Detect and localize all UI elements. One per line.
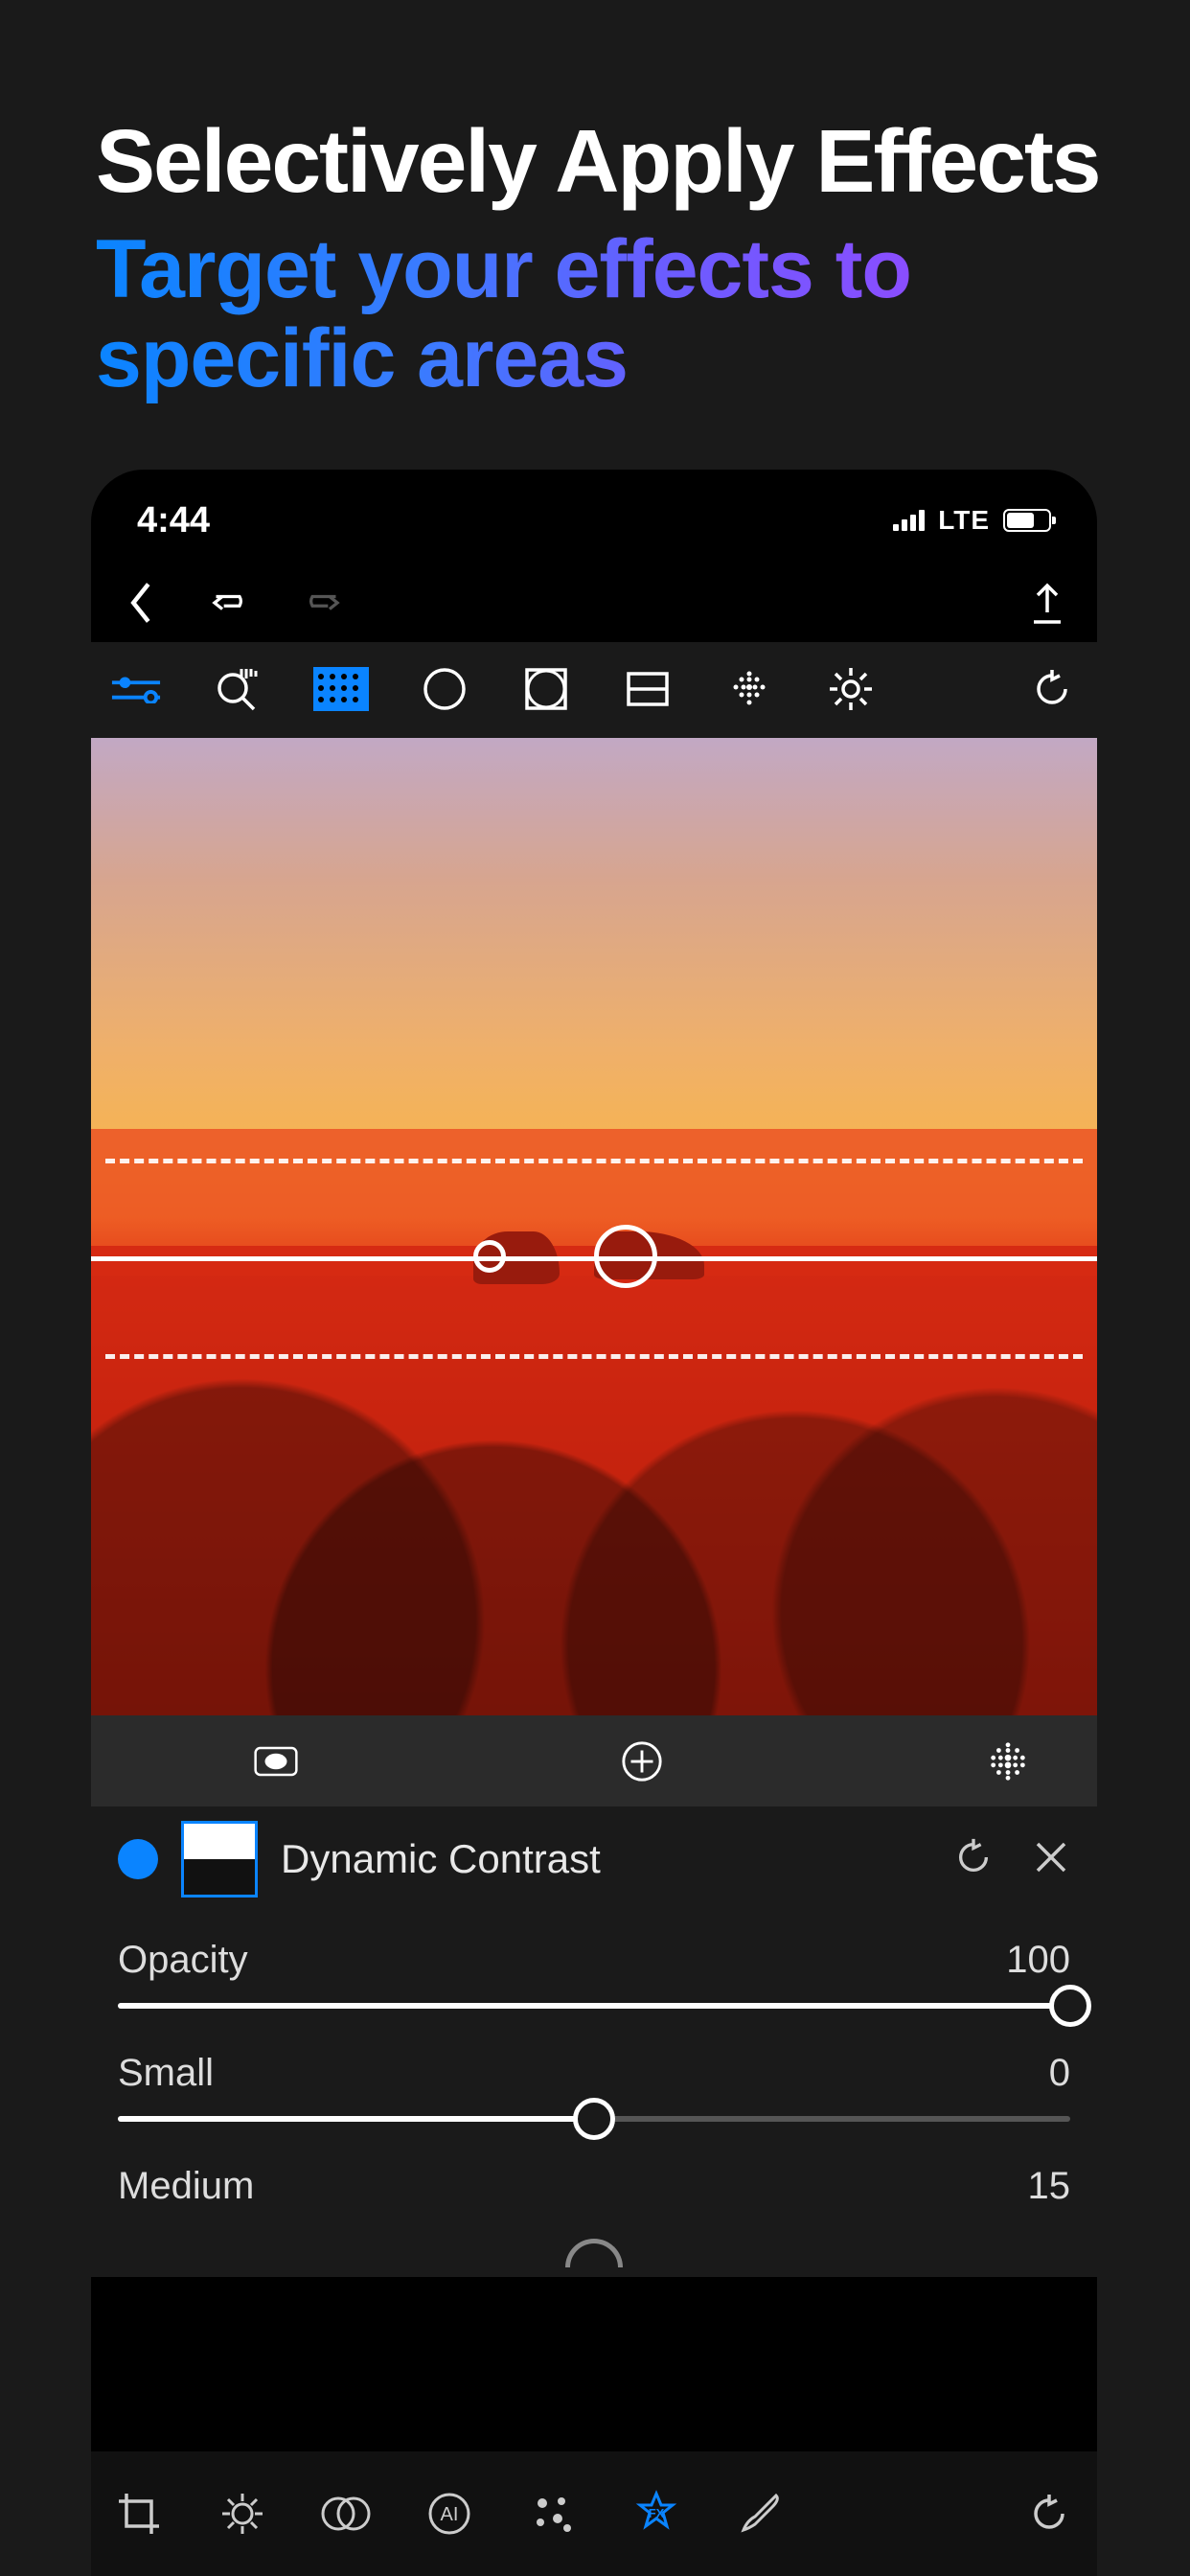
- svg-text:AI: AI: [441, 2504, 459, 2525]
- mask-tools-bar: [91, 642, 1097, 738]
- gradient-guide-top[interactable]: [105, 1159, 1083, 1163]
- slider-knob[interactable]: [573, 2098, 615, 2140]
- slider-medium: Medium 15: [118, 2165, 1070, 2208]
- slider-small: Small 0: [118, 2052, 1070, 2122]
- slider-label: Small: [118, 2052, 214, 2095]
- blend-dots-icon[interactable]: [986, 1739, 1030, 1783]
- image-canvas[interactable]: [91, 738, 1097, 1715]
- scatter-dots-icon[interactable]: [524, 2485, 582, 2542]
- status-time: 4:44: [137, 500, 210, 541]
- effect-thumbnail[interactable]: [181, 1821, 258, 1898]
- network-label: LTE: [938, 505, 990, 536]
- nav-bar: [91, 556, 1097, 642]
- slider-knob[interactable]: [1049, 1985, 1091, 2027]
- effect-header: Dynamic Contrast: [91, 1806, 1097, 1912]
- sliders-panel: Opacity 100 Small 0 Medium 15: [91, 1912, 1097, 2277]
- redo-icon[interactable]: [300, 582, 342, 624]
- mask-layer-icon[interactable]: [254, 1739, 298, 1783]
- slider-track[interactable]: [118, 2116, 1070, 2122]
- ai-icon[interactable]: AI: [421, 2485, 478, 2542]
- fx-icon[interactable]: FX: [628, 2485, 685, 2542]
- effect-color-dot[interactable]: [118, 1839, 158, 1879]
- back-icon[interactable]: [120, 582, 162, 624]
- close-icon[interactable]: [1032, 1838, 1070, 1881]
- gradient-guide-bottom[interactable]: [105, 1354, 1083, 1359]
- layer-bar: [91, 1715, 1097, 1806]
- exposure-icon[interactable]: [214, 2485, 271, 2542]
- undo-icon[interactable]: [210, 582, 252, 624]
- slider-value: 0: [1049, 2052, 1070, 2095]
- reset-icon[interactable]: [1026, 663, 1078, 715]
- circle-mask-icon[interactable]: [419, 663, 470, 715]
- add-layer-icon[interactable]: [620, 1739, 664, 1783]
- linear-mask-icon[interactable]: [622, 663, 674, 715]
- reset-bottom-icon[interactable]: [1020, 2485, 1078, 2542]
- slider-opacity: Opacity 100: [118, 1939, 1070, 2009]
- battery-icon: [1003, 509, 1051, 532]
- overlap-circles-icon[interactable]: [317, 2485, 375, 2542]
- grid-mask-icon[interactable]: [313, 667, 369, 711]
- promo-title: Selectively Apply Effects: [96, 115, 1190, 209]
- signal-icon: [893, 510, 925, 531]
- adjust-icon[interactable]: [110, 663, 162, 715]
- slider-value: 100: [1006, 1939, 1070, 1982]
- gradient-handle-large[interactable]: [594, 1225, 657, 1288]
- effect-name: Dynamic Contrast: [281, 1836, 930, 1882]
- pan-zoom-icon[interactable]: [212, 663, 263, 715]
- reset-effect-icon[interactable]: [953, 1837, 994, 1882]
- svg-text:FX: FX: [649, 2506, 665, 2520]
- dots-grid-icon[interactable]: [723, 663, 775, 715]
- status-bar: 4:44 LTE: [91, 470, 1097, 556]
- export-icon[interactable]: [1026, 582, 1068, 624]
- phone-frame: 4:44 LTE: [91, 470, 1097, 2576]
- bottom-toolbar: AI FX: [91, 2451, 1097, 2576]
- crop-icon[interactable]: [110, 2485, 168, 2542]
- preview-arc-icon: [118, 2229, 1070, 2267]
- brush-icon[interactable]: [731, 2485, 789, 2542]
- promo-subtitle: Target your effects to specific areas: [96, 225, 911, 403]
- rounded-square-mask-icon[interactable]: [520, 663, 572, 715]
- settings-gear-icon[interactable]: [825, 663, 877, 715]
- slider-track[interactable]: [118, 2003, 1070, 2009]
- slider-value: 15: [1028, 2165, 1071, 2208]
- slider-label: Opacity: [118, 1939, 248, 1982]
- slider-label: Medium: [118, 2165, 254, 2208]
- gradient-handle-small[interactable]: [473, 1240, 506, 1273]
